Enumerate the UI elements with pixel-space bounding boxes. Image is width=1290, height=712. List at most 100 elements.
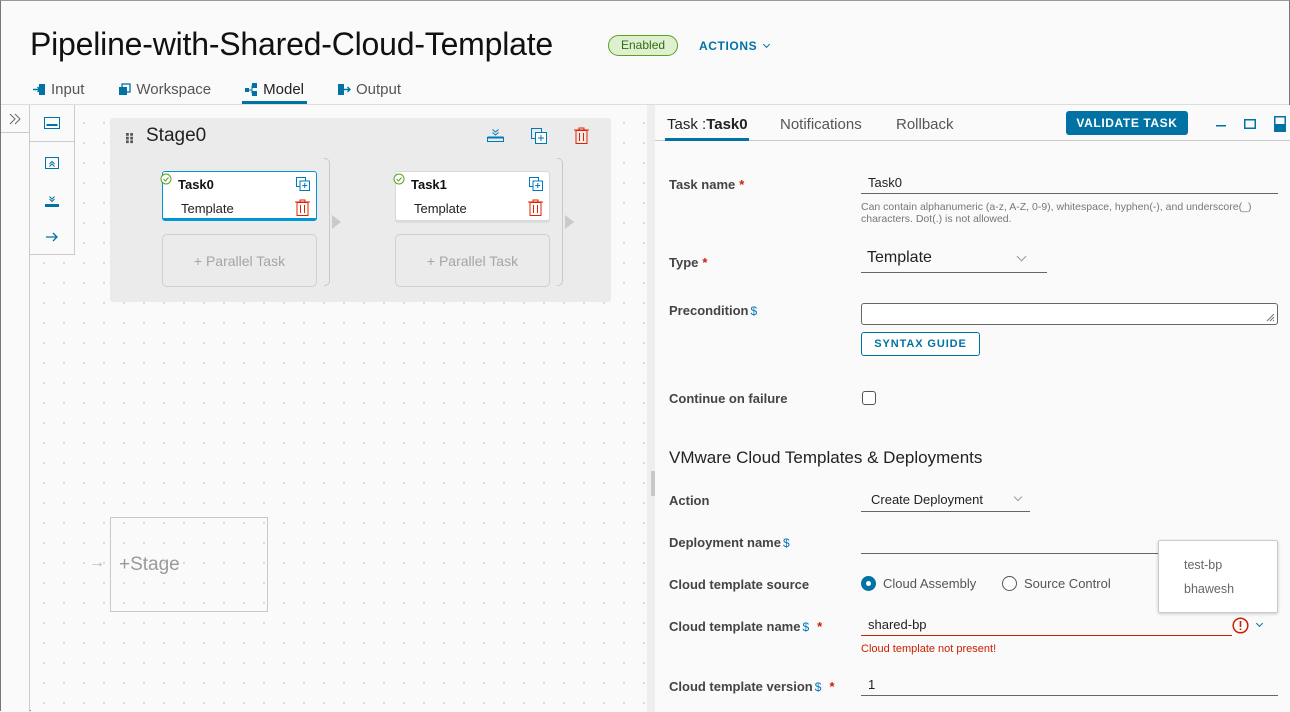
status-badge: Enabled — [608, 35, 679, 56]
task-group-bracket — [557, 158, 563, 286]
radio-label: Cloud Assembly — [883, 576, 977, 591]
dropdown-option[interactable]: bhawesh — [1184, 582, 1234, 596]
type-select[interactable]: Template — [861, 247, 1047, 273]
delete-icon[interactable] — [574, 127, 589, 144]
check-circle-icon — [160, 173, 172, 185]
task-card[interactable]: Task0 Template — [160, 171, 317, 221]
active-tab-indicator — [665, 138, 749, 141]
chevron-down-icon — [763, 40, 771, 49]
tab-notifications[interactable]: Notifications — [780, 116, 862, 133]
expand-icon — [9, 113, 21, 124]
connector-arrow — [332, 215, 341, 229]
chevron-down-icon[interactable] — [1255, 619, 1264, 628]
required-marker: * — [739, 177, 745, 192]
variable-dollar-icon[interactable]: $ — [783, 536, 790, 550]
task-type: Template — [414, 201, 467, 216]
tab-label: Workspace — [136, 81, 212, 98]
download-icon[interactable] — [487, 128, 504, 143]
required-marker: * — [817, 619, 823, 634]
tab-output[interactable]: Output — [336, 77, 403, 102]
required-marker: * — [702, 255, 708, 270]
model-icon — [245, 83, 258, 96]
canvas-scrollbar[interactable] — [647, 105, 655, 712]
deployment-name-input[interactable] — [861, 533, 1161, 554]
template-name-error: Cloud template not present! — [861, 643, 997, 655]
task-name: Task1 — [411, 177, 447, 192]
collapse-tool[interactable] — [30, 155, 74, 171]
tab-label-prefix: Task : — [667, 116, 707, 133]
required-marker: * — [829, 679, 835, 694]
check-circle-icon — [393, 173, 405, 185]
tab-label: Input — [51, 81, 85, 98]
task-properties-panel: Task :Task0 Notifications Rollback VALID… — [655, 105, 1290, 711]
connector-arrow — [565, 215, 574, 229]
task-name-hint: Can contain alphanumeric (a-z, A-Z, 0-9)… — [861, 201, 1252, 225]
chevron-down-icon — [1013, 492, 1023, 502]
stage-toolbox — [30, 105, 75, 255]
continue-on-failure-checkbox[interactable] — [862, 391, 876, 405]
variable-dollar-icon[interactable]: $ — [750, 304, 757, 318]
expand-rail-button[interactable] — [1, 105, 29, 133]
tab-task[interactable]: Task :Task0 — [667, 116, 748, 133]
add-parallel-task-button[interactable]: + Parallel Task — [162, 234, 317, 287]
tab-input[interactable]: Input — [31, 77, 86, 102]
resize-grip-icon[interactable] — [1265, 312, 1275, 322]
stage-icon — [44, 117, 60, 129]
maximize-icon[interactable] — [1244, 119, 1256, 129]
action-label: Action — [669, 493, 710, 508]
minimize-icon[interactable] — [1216, 125, 1226, 128]
task-name-label: Task name * — [669, 177, 745, 192]
precondition-textarea[interactable] — [861, 303, 1278, 325]
add-stage-tool[interactable] — [30, 105, 74, 142]
add-stage-label: +Stage — [119, 554, 180, 575]
precondition-label: Precondition $ — [669, 303, 758, 318]
connector-tool[interactable] — [30, 229, 74, 245]
tab-workspace[interactable]: Workspace — [116, 77, 213, 102]
add-parallel-task-button[interactable]: + Parallel Task — [395, 234, 550, 287]
download-icon — [45, 196, 59, 207]
type-select-value: Template — [867, 249, 932, 266]
download-tool[interactable] — [30, 193, 74, 209]
delete-icon[interactable] — [528, 199, 543, 216]
delete-icon[interactable] — [295, 199, 310, 216]
deployment-name-label: Deployment name $ — [669, 535, 790, 550]
tab-label: Model — [263, 81, 304, 98]
task-name-input[interactable]: Task0 — [861, 173, 1278, 194]
workspace-icon — [119, 83, 132, 95]
continue-on-failure-label: Continue on failure — [669, 391, 788, 406]
app-window: Pipeline-with-Shared-Cloud-Template Enab… — [0, 0, 1290, 712]
validate-task-button[interactable]: VALIDATE TASK — [1066, 111, 1188, 135]
template-version-label: Cloud template version $ * — [669, 679, 835, 694]
tab-label-task-name: Task0 — [706, 116, 748, 133]
radio-source-control[interactable] — [1002, 576, 1017, 591]
template-name-label: Cloud template name $ * — [669, 619, 823, 634]
syntax-guide-button[interactable]: SYNTAX GUIDE — [861, 332, 980, 356]
task-group-bracket — [324, 158, 330, 286]
dropdown-option[interactable]: test-bp — [1184, 558, 1222, 572]
type-label: Type * — [669, 255, 708, 270]
tab-rollback[interactable]: Rollback — [896, 116, 954, 133]
stage-name: Stage0 — [146, 125, 207, 146]
duplicate-icon[interactable] — [531, 128, 547, 144]
task-type: Template — [181, 201, 234, 216]
radio-cloud-assembly[interactable] — [861, 576, 876, 591]
drag-handle-icon[interactable]: ⠿ — [124, 131, 135, 148]
template-version-input[interactable]: 1 — [861, 675, 1278, 696]
tab-model[interactable]: Model — [242, 77, 307, 104]
left-rail — [1, 105, 30, 712]
actions-menu-button[interactable]: ACTIONS — [699, 39, 771, 53]
task-card[interactable]: Task1 Template — [393, 171, 550, 221]
variable-dollar-icon[interactable]: $ — [815, 680, 822, 694]
template-name-input[interactable]: shared-bp — [861, 615, 1232, 636]
duplicate-icon[interactable] — [529, 177, 543, 191]
variable-dollar-icon[interactable]: $ — [802, 620, 809, 634]
actions-label: ACTIONS — [699, 39, 758, 53]
dock-icon[interactable] — [1274, 116, 1286, 132]
panel-tabs: Task :Task0 Notifications Rollback VALID… — [655, 105, 1290, 141]
duplicate-icon[interactable] — [296, 177, 310, 191]
action-select[interactable]: Create Deployment — [861, 489, 1030, 512]
collapse-icon — [45, 157, 59, 169]
input-icon — [33, 84, 45, 95]
action-select-value: Create Deployment — [871, 492, 983, 507]
error-icon — [1232, 617, 1249, 634]
